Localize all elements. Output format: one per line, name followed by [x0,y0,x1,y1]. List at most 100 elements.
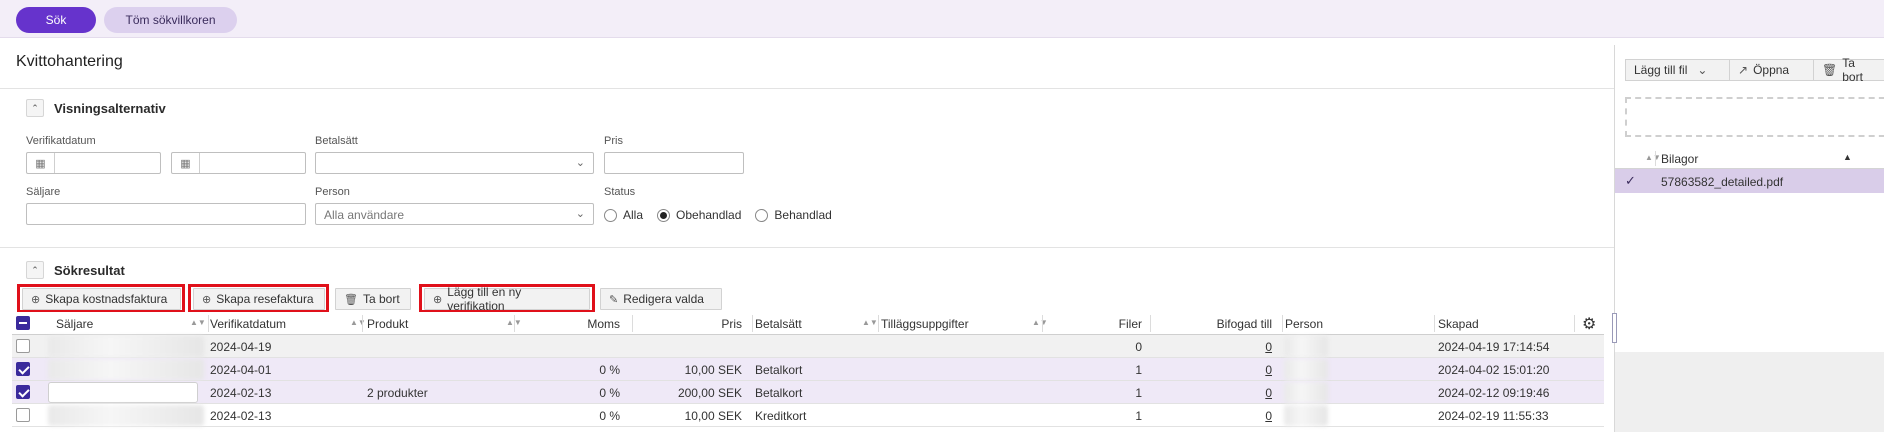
column-separator[interactable] [752,315,753,332]
main-content: Kvittohantering ⌃ Visningsalternativ Ver… [0,45,1614,432]
status-option-obehandlad[interactable]: Obehandlad [657,208,741,222]
radio-button-selected[interactable] [657,208,671,222]
sort-icon[interactable]: ▲▼ [190,318,206,327]
saljare-label: Säljare [26,186,61,198]
row-checkbox[interactable] [16,339,30,353]
calendar-icon[interactable]: ▦ [172,153,200,173]
delete-attachment-button[interactable]: 🗑 Ta bort [1813,56,1884,84]
sort-icon[interactable]: ▲▼ [1032,318,1048,327]
cell-bifogad-link[interactable]: 0 [1252,409,1272,423]
status-option-behandlad[interactable]: Behandlad [755,208,832,222]
cell-moms: 0 % [599,363,620,377]
highlight-box [419,284,595,313]
verifikatdatum-label: Verifikatdatum [26,135,96,147]
collapse-view-options-button[interactable]: ⌃ [26,99,44,117]
column-separator[interactable] [878,315,879,332]
column-header-pris[interactable]: Pris [712,317,742,331]
search-bar: Sök Töm sökvillkoren [0,0,1884,38]
column-separator[interactable] [632,315,633,332]
saljare-input[interactable] [26,203,306,225]
column-separator[interactable] [362,315,363,332]
column-separator[interactable] [1574,315,1575,332]
column-separator[interactable] [1042,315,1043,332]
attachment-filename[interactable]: 57863582_detailed.pdf [1661,175,1783,189]
column-header-moms[interactable]: Moms [572,317,620,331]
checkmark-icon: ✓ [1625,173,1636,188]
panel-resize-handle[interactable] [1612,313,1617,343]
column-header-verifikatdatum[interactable]: Verifikatdatum [210,317,286,331]
button-label: Öppna [1753,63,1790,77]
date-from-input[interactable]: ▦ [26,152,161,174]
button-label: Redigera valda [623,292,704,306]
column-header-bilagor[interactable]: Bilagor [1661,152,1698,166]
column-header-saljare[interactable]: Säljare [56,317,93,331]
cell-bifogad-link[interactable]: 0 [1252,363,1272,377]
button-label: Ta bort [362,292,400,306]
calendar-icon[interactable]: ▦ [27,153,55,173]
sort-icon[interactable]: ▲▼ [350,318,366,327]
cell-filer: 0 [1135,340,1142,354]
column-header-produkt[interactable]: Produkt [367,317,408,331]
table-row[interactable]: 2024-04-01 0 % 10,00 SEK Betalkort 1 0 2… [12,358,1604,381]
chevron-down-icon: ⌄ [1697,63,1708,77]
collapse-results-button[interactable]: ⌃ [26,261,44,279]
cell-pris: 10,00 SEK [684,409,742,423]
pris-label: Pris [604,135,623,147]
chevron-up-icon: ⌃ [31,264,39,275]
attachment-row[interactable]: ✓ 57863582_detailed.pdf [1615,169,1884,193]
sort-icon[interactable]: ▲▼ [1645,153,1661,162]
blurred-seller [48,405,204,426]
select-all-checkbox[interactable] [16,316,30,330]
cell-skapad: 2024-02-12 09:19:46 [1438,386,1550,400]
column-header-skapad[interactable]: Skapad [1438,317,1479,331]
column-separator[interactable] [1434,315,1435,332]
column-separator [1655,151,1656,166]
column-header-bifogad-till[interactable]: Bifogad till [1202,317,1272,331]
edit-icon: ✎ [609,293,619,306]
cell-verifikatdatum: 2024-02-13 [210,386,272,400]
cell-skapad: 2024-02-19 11:55:33 [1438,409,1549,423]
betalsatt-select[interactable]: ⌄ [315,152,594,174]
column-header-person[interactable]: Person [1285,317,1323,331]
row-checkbox-checked[interactable] [16,385,30,399]
cell-moms: 0 % [599,409,620,423]
column-header-tillaggsuppgifter[interactable]: Tilläggsuppgifter [881,317,969,331]
column-separator[interactable] [1150,315,1151,332]
cell-filer: 1 [1135,386,1142,400]
trash-icon: 🗑 [344,293,358,306]
pris-input[interactable] [604,152,744,174]
table-row[interactable]: 2024-02-13 0 % 10,00 SEK Kreditkort 1 0 … [12,404,1604,427]
person-label: Person [315,186,350,198]
person-select[interactable]: Alla användare ⌄ [315,203,594,225]
radio-button[interactable] [755,208,769,222]
sort-icon[interactable]: ▲▼ [862,318,878,327]
row-checkbox-checked[interactable] [16,362,30,376]
cell-bifogad-link[interactable]: 0 [1252,386,1272,400]
cell-pris: 10,00 SEK [684,363,742,377]
cell-moms: 0 % [599,386,620,400]
file-drop-zone[interactable] [1625,97,1884,137]
table-row[interactable]: 2024-02-13 2 produkter 0 % 200,00 SEK Be… [12,381,1604,404]
open-button[interactable]: ↗ Öppna [1729,59,1815,81]
column-separator[interactable] [208,315,209,332]
row-checkbox[interactable] [16,408,30,422]
search-button[interactable]: Sök [16,7,96,33]
cell-bifogad-link[interactable]: 0 [1252,340,1272,354]
gear-icon[interactable]: ⚙ [1582,314,1596,334]
table-row[interactable]: 2024-04-19 0 0 2024-04-19 17:14:54 [12,335,1604,358]
date-to-input[interactable]: ▦ [171,152,306,174]
delete-button[interactable]: 🗑 Ta bort [335,288,411,310]
status-option-alla[interactable]: Alla [604,208,643,222]
add-file-dropdown-button[interactable]: Lägg till fil ⌄ [1625,59,1731,81]
column-separator[interactable] [514,315,515,332]
sort-ascending-icon[interactable]: ▲ [1843,152,1852,162]
column-header-filer[interactable]: Filer [1102,317,1142,331]
chevron-down-icon: ⌄ [575,208,585,220]
blurred-seller [48,336,204,357]
column-header-betalsatt[interactable]: Betalsätt [755,317,802,331]
column-separator[interactable] [1282,315,1283,332]
radio-button[interactable] [604,208,617,222]
cell-pris: 200,00 SEK [677,386,742,400]
clear-criteria-button[interactable]: Töm sökvillkoren [104,7,237,33]
edit-selected-button[interactable]: ✎ Redigera valda [600,288,722,310]
